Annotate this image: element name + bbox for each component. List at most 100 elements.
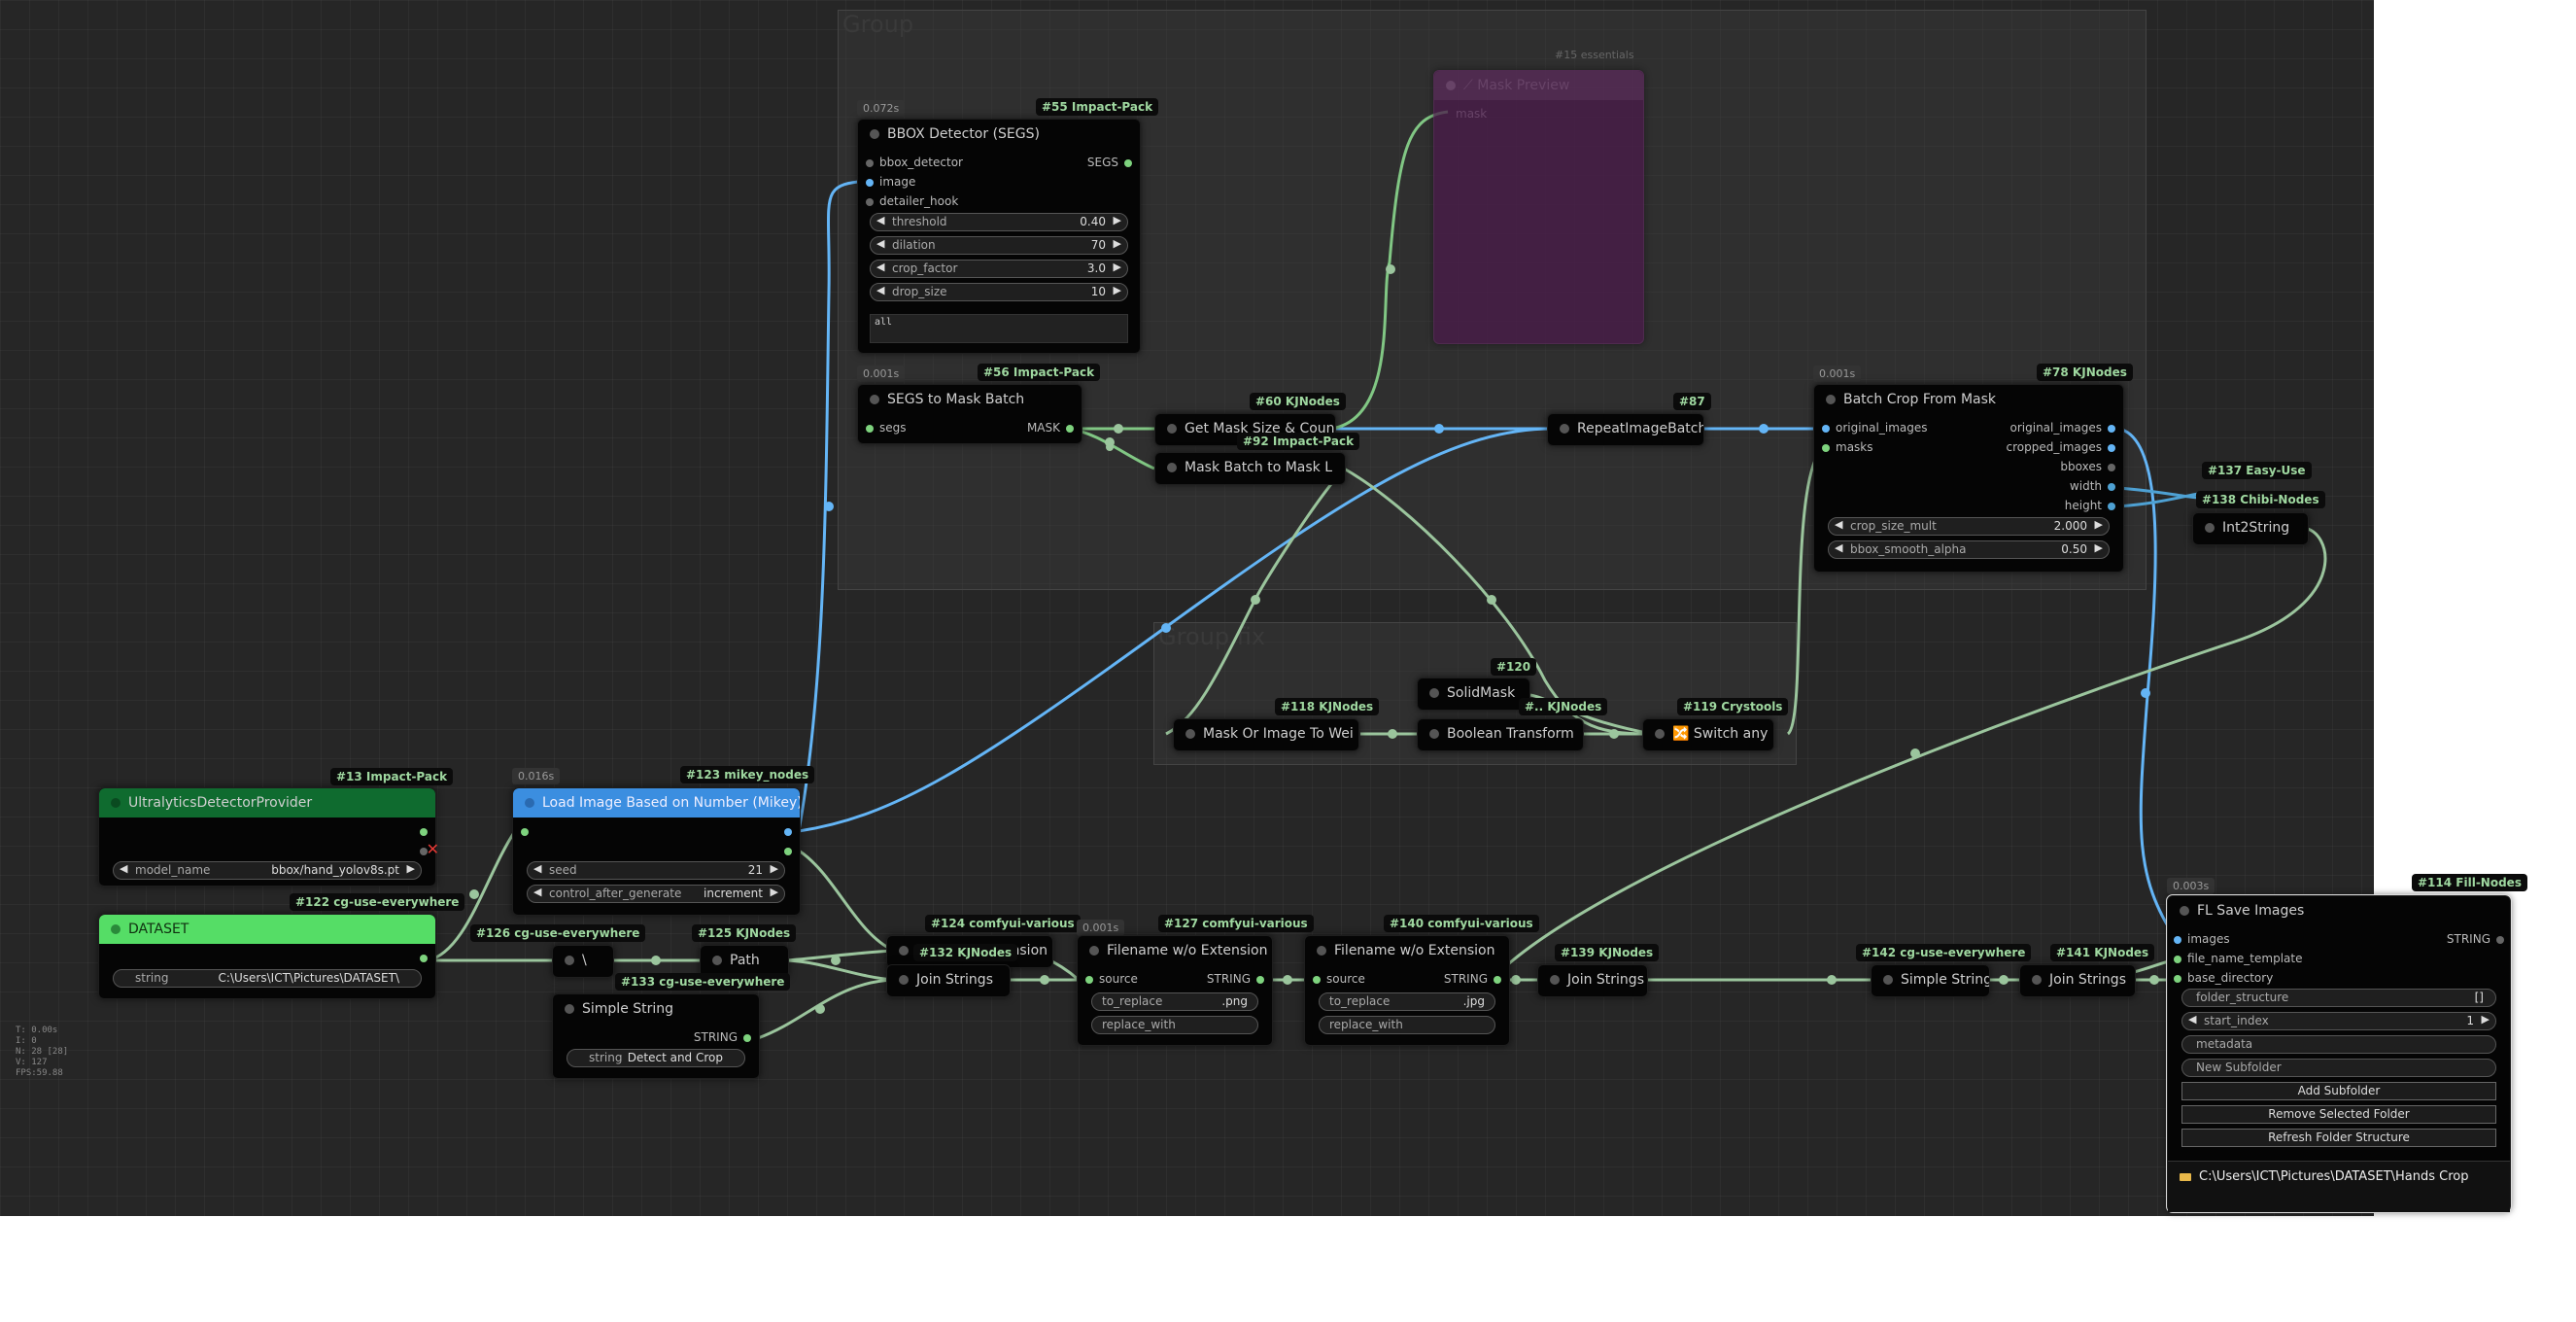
node-title[interactable]: Filename w/o Extension — [1078, 936, 1272, 965]
model-name-widget[interactable]: ◀ model_name bbox/hand_yolov8s.pt ▶ — [113, 861, 422, 880]
repeat-image-batch-node[interactable]: RepeatImageBatch — [1547, 413, 1704, 446]
node-title[interactable]: RepeatImageBatch — [1548, 414, 1703, 443]
input-pin[interactable] — [866, 198, 874, 206]
node-title[interactable]: Simple String — [1872, 965, 1989, 994]
node-title[interactable]: Join Strings — [1538, 965, 1647, 994]
remove-selected-folder-button[interactable]: Remove Selected Folder — [2181, 1105, 2496, 1124]
switch-any-node[interactable]: 🔀 Switch any — [1642, 718, 1774, 751]
simple-string-node[interactable]: Simple String STRING string Detect and Cr… — [552, 993, 760, 1079]
node-title[interactable]: Join Strings — [2020, 965, 2135, 994]
fl-save-images-node[interactable]: FL Save Images images file_name_template… — [2166, 894, 2512, 1213]
output-pin[interactable] — [1494, 976, 1501, 984]
input-base-directory: base_directory — [2187, 971, 2274, 985]
output-pin[interactable] — [1124, 159, 1132, 167]
node-title[interactable]: ⟋ Mask Preview — [1434, 71, 1643, 100]
node-title[interactable]: SolidMask — [1418, 678, 1529, 708]
seed-widget[interactable]: ◀ seed 21 ▶ — [527, 861, 785, 880]
node-title[interactable]: Mask Batch to Mask L — [1155, 453, 1345, 482]
input-pin[interactable] — [521, 828, 529, 836]
output-pin[interactable] — [2496, 936, 2504, 944]
node-title[interactable]: 🔀 Switch any — [1643, 719, 1773, 748]
input-pin[interactable] — [866, 159, 874, 167]
join-strings-node[interactable]: Join Strings — [1537, 964, 1648, 997]
node-title[interactable]: BBOX Detector (SEGS) — [858, 120, 1140, 149]
filename-wo-extension-node[interactable]: Filename w/o Extension source STRING to_… — [1304, 935, 1510, 1046]
node-title[interactable]: \ — [553, 946, 613, 975]
string-widget[interactable]: string C:\Users\ICT\Pictures\DATASET\ — [113, 969, 422, 988]
batch-crop-from-mask-node[interactable]: Batch Crop From Mask original_images mas… — [1813, 384, 2124, 573]
replace-with-widget[interactable]: replace_with — [1319, 1016, 1495, 1034]
output-pin[interactable] — [784, 828, 792, 836]
node-title[interactable]: Load Image Based on Number (Mikey) — [513, 788, 800, 818]
dataset-node[interactable]: DATASET string C:\Users\ICT\Pictures\DATA… — [98, 914, 436, 999]
start-index-widget[interactable]: ◀ start_index 1 ▶ — [2181, 1012, 2496, 1030]
drop-size-widget[interactable]: ◀ drop_size 10 ▶ — [870, 283, 1128, 301]
join-strings-node[interactable]: Join Strings — [2019, 964, 2136, 997]
output-pin[interactable] — [420, 828, 428, 836]
output-pin[interactable] — [784, 848, 792, 855]
output-pin[interactable] — [2108, 464, 2115, 471]
output-pin[interactable] — [2108, 425, 2115, 433]
replace-with-widget[interactable]: replace_with — [1091, 1016, 1258, 1034]
node-title[interactable]: Path — [701, 946, 788, 975]
node-graph-canvas[interactable]: Group Group fix 0.072s #55 Impact-Pack B… — [0, 0, 2374, 1216]
mask-batch-to-list-node[interactable]: Mask Batch to Mask L — [1154, 452, 1346, 485]
node-title[interactable]: Filename w/o Extension — [1305, 936, 1509, 965]
output-pin[interactable] — [1066, 425, 1074, 433]
output-pin[interactable] — [420, 955, 428, 962]
solidmask-node[interactable]: SolidMask — [1417, 678, 1530, 711]
output-pin[interactable] — [743, 1034, 751, 1042]
ultralytics-detector-node[interactable]: UltralyticsDetectorProvider ✕ ◀ model_nam… — [98, 787, 439, 887]
node-title[interactable]: Int2String — [2193, 513, 2308, 542]
output-pin[interactable] — [2108, 483, 2115, 491]
input-pin[interactable] — [866, 425, 874, 433]
to-replace-widget[interactable]: to_replace .jpg — [1319, 992, 1495, 1011]
load-image-by-number-node[interactable]: Load Image Based on Number (Mikey) ◀ seed… — [512, 787, 801, 916]
input-pin[interactable] — [2174, 936, 2181, 944]
control-after-generate-widget[interactable]: ◀ control_after_generate increment ▶ — [527, 885, 785, 903]
boolean-transform-node[interactable]: Boolean Transform — [1417, 718, 1584, 751]
node-title[interactable]: Join Strings — [887, 965, 1010, 994]
node-title[interactable]: Batch Crop From Mask — [1814, 385, 2123, 414]
bbox-detector-node[interactable]: BBOX Detector (SEGS) bbox_detector image… — [857, 119, 1141, 354]
input-pin[interactable] — [866, 179, 874, 187]
bbox-smooth-alpha-widget[interactable]: ◀ bbox_smooth_alpha 0.50 ▶ — [1828, 540, 2110, 559]
node-title[interactable]: DATASET — [99, 915, 435, 944]
output-pin[interactable] — [2108, 503, 2115, 510]
labels-textarea[interactable]: all — [870, 314, 1128, 343]
backslash-node[interactable]: \ — [552, 945, 614, 978]
dilation-widget[interactable]: ◀ dilation 70 ▶ — [870, 236, 1128, 255]
join-strings-node[interactable]: Join Strings — [886, 964, 1011, 997]
node-title[interactable]: UltralyticsDetectorProvider — [99, 788, 435, 818]
node-id-badge: #.. KJNodes — [1519, 698, 1608, 715]
output-pin[interactable] — [1256, 976, 1264, 984]
simple-string-node[interactable]: Simple String — [1871, 964, 1990, 997]
input-pin[interactable] — [2174, 975, 2181, 983]
string-widget[interactable]: string Detect and Crop — [567, 1049, 745, 1067]
input-pin[interactable] — [1313, 976, 1321, 984]
input-pin[interactable] — [1822, 444, 1830, 452]
input-pin[interactable] — [2174, 956, 2181, 963]
refresh-folder-structure-button[interactable]: Refresh Folder Structure — [2181, 1129, 2496, 1147]
metadata-widget[interactable]: metadata — [2181, 1035, 2496, 1054]
crop-factor-widget[interactable]: ◀ crop_factor 3.0 ▶ — [870, 260, 1128, 278]
to-replace-widget[interactable]: to_replace .png — [1091, 992, 1258, 1011]
folder-structure-widget[interactable]: folder_structure[] — [2181, 989, 2496, 1007]
node-title[interactable]: Boolean Transform — [1418, 719, 1583, 748]
threshold-widget[interactable]: ◀ threshold 0.40 ▶ — [870, 213, 1128, 231]
crop-size-mult-widget[interactable]: ◀ crop_size_mult 2.000 ▶ — [1828, 517, 2110, 536]
add-subfolder-button[interactable]: Add Subfolder — [2181, 1082, 2496, 1100]
node-title[interactable]: SEGS to Mask Batch — [858, 385, 1082, 414]
node-title[interactable]: Simple String — [553, 994, 759, 1024]
output-pin[interactable] — [2108, 444, 2115, 452]
segs-to-mask-batch-node[interactable]: SEGS to Mask Batch segs MASK — [857, 384, 1082, 444]
node-title[interactable]: FL Save Images — [2168, 896, 2510, 925]
mask-preview-node[interactable]: ⟋ Mask Preview mask — [1433, 70, 1644, 344]
mask-or-image-to-weight-node[interactable]: Mask Or Image To Wei — [1173, 718, 1359, 751]
int2string-node[interactable]: Int2String — [2192, 512, 2309, 545]
new-subfolder-widget[interactable]: New Subfolder — [2181, 1059, 2496, 1077]
input-pin[interactable] — [1822, 425, 1830, 433]
filename-wo-extension-node[interactable]: Filename w/o Extension source STRING to_… — [1077, 935, 1273, 1046]
input-pin[interactable] — [1085, 976, 1093, 984]
node-title[interactable]: Mask Or Image To Wei — [1174, 719, 1358, 748]
